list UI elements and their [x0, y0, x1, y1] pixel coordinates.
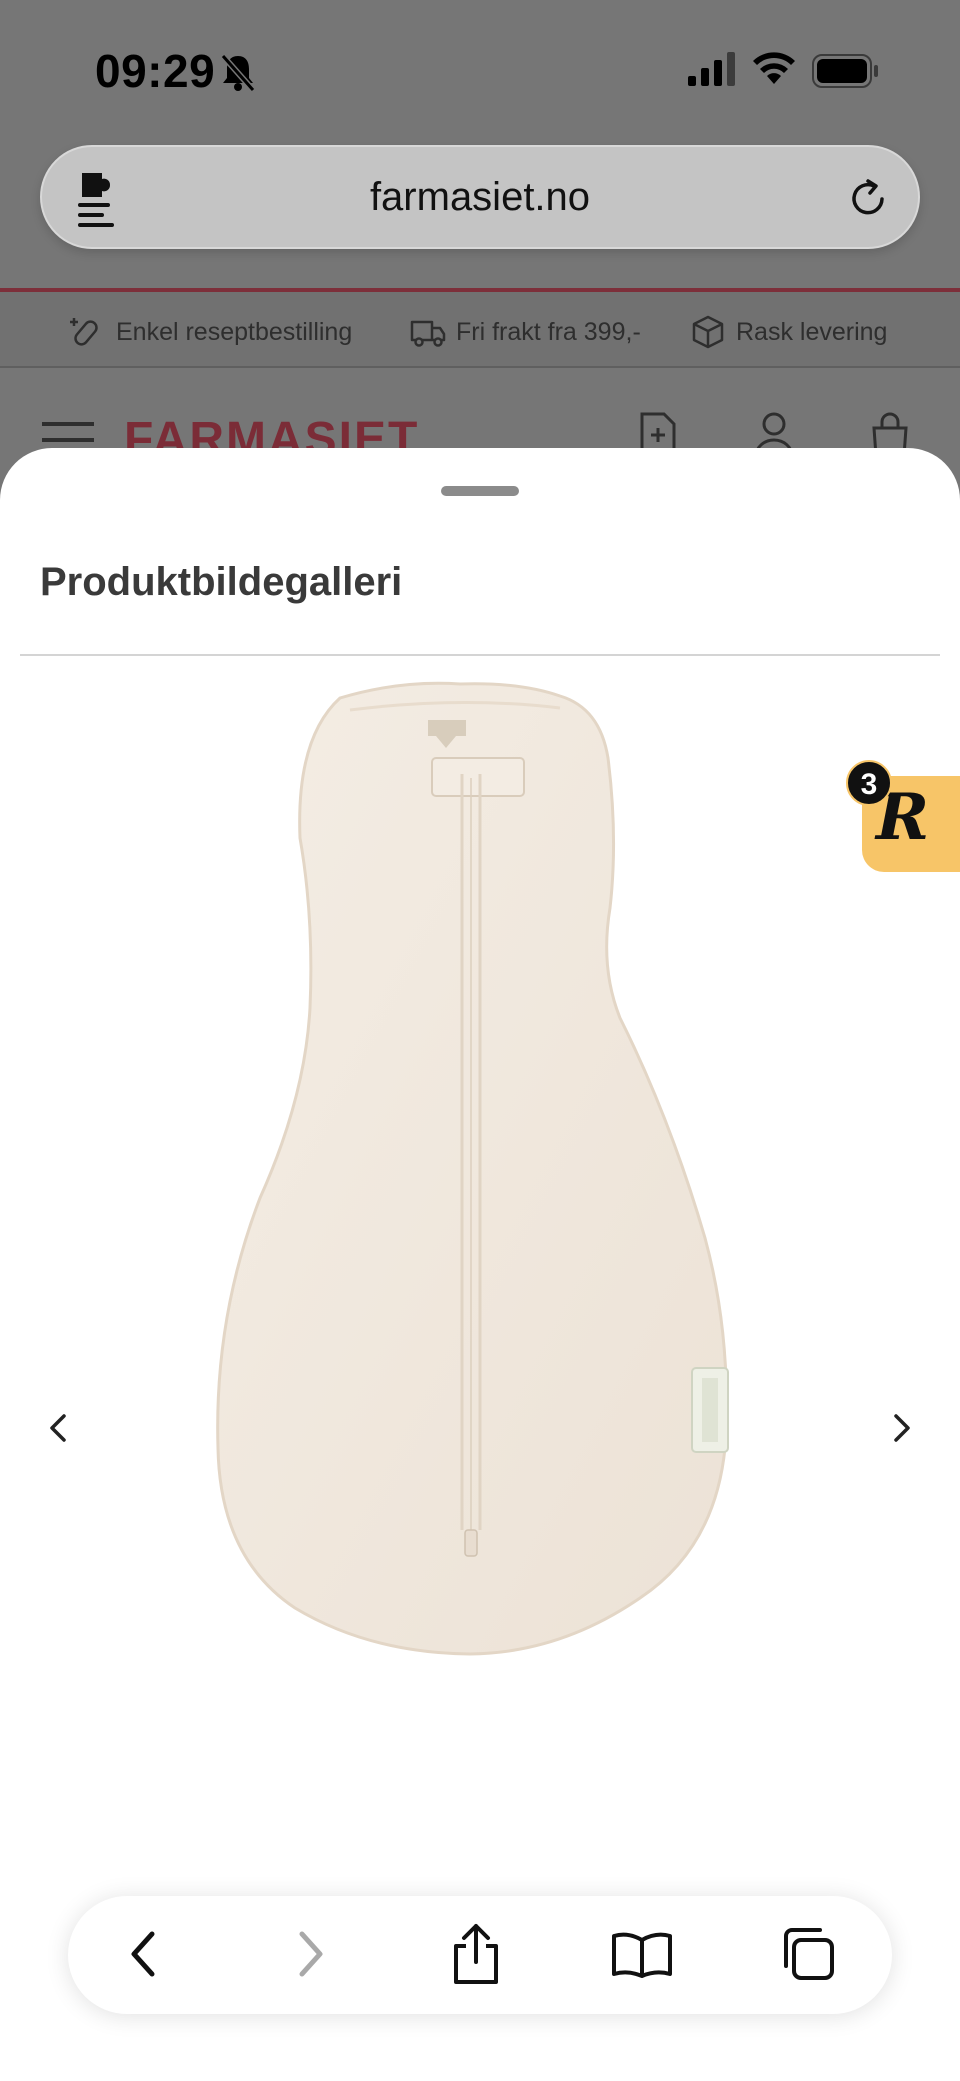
browser-toolbar	[68, 1896, 892, 2014]
address-bar[interactable]: farmasiet.no	[40, 145, 920, 249]
next-image-button[interactable]	[884, 1406, 920, 1450]
tabs-button[interactable]	[772, 1918, 844, 1990]
previous-image-button[interactable]	[40, 1406, 76, 1450]
url-text[interactable]: farmasiet.no	[42, 175, 918, 220]
prescription-icon	[70, 318, 98, 346]
tabs-icon	[784, 1928, 834, 1980]
status-time: 09:29	[95, 45, 216, 97]
package-icon	[692, 315, 724, 349]
status-bar: 09:29	[0, 0, 960, 140]
back-icon	[131, 1931, 155, 1977]
battery-icon	[812, 54, 878, 88]
gallery-sheet: Produktbildegalleri	[0, 448, 960, 2081]
share-icon	[454, 1924, 498, 1984]
image-gallery[interactable]	[0, 678, 960, 2081]
sheet-title: Produktbildegalleri	[40, 560, 403, 604]
usp-bar: Enkel reseptbestilling Fri frakt fra 399…	[0, 292, 960, 368]
divider	[20, 654, 940, 656]
forward-button[interactable]	[274, 1918, 346, 1990]
sheet-grabber[interactable]	[441, 486, 519, 496]
bookmarks-icon	[612, 1932, 672, 1978]
wifi-icon	[753, 52, 795, 84]
reload-icon[interactable]	[846, 177, 890, 221]
usp-item: Enkel reseptbestilling	[70, 312, 352, 352]
usp-label: Rask levering	[736, 317, 888, 346]
bell-slash-icon	[220, 54, 256, 92]
truck-icon	[410, 320, 446, 347]
forward-icon	[299, 1931, 323, 1977]
share-button[interactable]	[440, 1918, 512, 1990]
bookmarks-button[interactable]	[606, 1918, 678, 1990]
cellular-signal-icon	[688, 52, 735, 86]
usp-item: Rask levering	[690, 312, 887, 352]
reviews-count-badge: 3	[846, 760, 892, 806]
usp-label: Enkel reseptbestilling	[116, 317, 353, 346]
back-button[interactable]	[108, 1918, 180, 1990]
product-image	[216, 681, 729, 1656]
usp-item: Fri frakt fra 399,-	[410, 312, 641, 352]
usp-label: Fri frakt fra 399,-	[456, 317, 641, 346]
